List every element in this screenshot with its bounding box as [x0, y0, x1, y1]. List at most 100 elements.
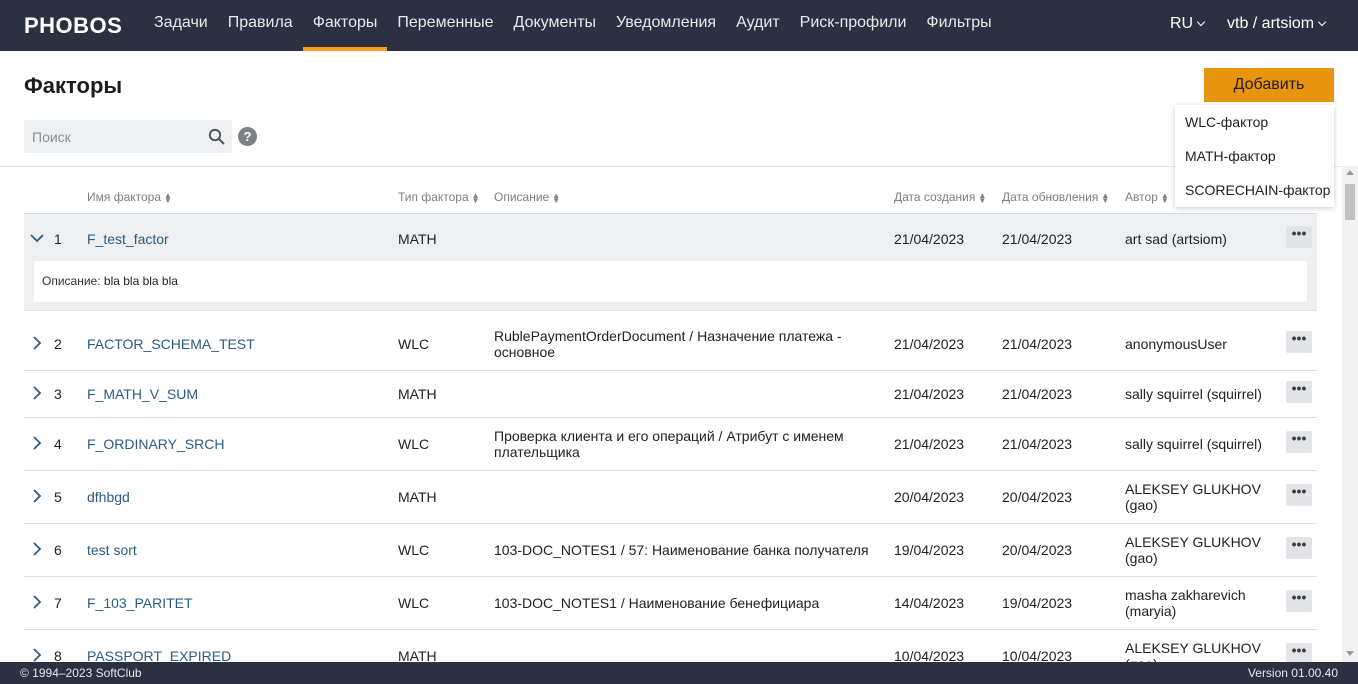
- nav-item-rules[interactable]: Правила: [218, 0, 303, 51]
- row-actions-button[interactable]: •••: [1286, 431, 1312, 453]
- chevron-right-icon[interactable]: [30, 542, 44, 556]
- row-detail-panel: Описание: bla bla bla bla: [34, 261, 1307, 302]
- factor-name-link[interactable]: F_103_PARITET: [87, 595, 193, 611]
- user-menu[interactable]: vtb / artsiom: [1227, 15, 1327, 33]
- column-header-author[interactable]: Автор ▲ ▼: [1125, 190, 1169, 204]
- nav-item-risk-profiles[interactable]: Риск-профили: [790, 0, 917, 51]
- table-row[interactable]: 7 F_103_PARITET WLC 103-DOC_NOTES1 / Наи…: [24, 577, 1317, 630]
- search-icon[interactable]: [208, 128, 226, 146]
- row-actions-button[interactable]: •••: [1286, 484, 1312, 506]
- nav-item-audit[interactable]: Аудит: [726, 0, 790, 51]
- updated-date: 21/04/2023: [1002, 386, 1073, 402]
- row-actions-button[interactable]: •••: [1286, 590, 1312, 612]
- column-header-label: Тип фактора: [398, 190, 469, 204]
- table-row[interactable]: 4 F_ORDINARY_SRCH WLC Проверка клиента и…: [24, 418, 1317, 471]
- chevron-right-icon[interactable]: [30, 336, 44, 350]
- page-title: Факторы: [24, 73, 123, 98]
- copyright: © 1994–2023 SoftClub: [20, 666, 142, 680]
- author: masha zakharevich (maryia): [1125, 587, 1246, 619]
- scroll-down-arrow-icon[interactable]: [1346, 651, 1354, 656]
- factor-type: MATH: [398, 231, 437, 247]
- created-date: 21/04/2023: [894, 436, 965, 452]
- factor-type: MATH: [398, 489, 437, 505]
- nav-item-notifications[interactable]: Уведомления: [606, 0, 726, 51]
- row-actions-button[interactable]: •••: [1286, 331, 1312, 353]
- vertical-scrollbar[interactable]: [1342, 166, 1358, 662]
- factor-name-link[interactable]: test sort: [87, 542, 137, 558]
- nav-item-tasks[interactable]: Задачи: [144, 0, 218, 51]
- menu-item-math-factor[interactable]: MATH-фактор: [1175, 139, 1334, 173]
- factor-type: WLC: [398, 436, 430, 452]
- factor-name-link[interactable]: F_test_factor: [87, 231, 169, 247]
- chevron-right-icon[interactable]: [30, 436, 44, 450]
- language-selector[interactable]: RU: [1170, 15, 1206, 33]
- chevron-down-icon[interactable]: [30, 231, 44, 245]
- nav-item-factors[interactable]: Факторы: [302, 0, 388, 51]
- row-actions-button[interactable]: •••: [1286, 381, 1312, 403]
- column-header-name[interactable]: Имя фактора ▲ ▼: [87, 190, 172, 204]
- updated-date: 19/04/2023: [1002, 595, 1073, 611]
- nav-item-variables[interactable]: Переменные: [387, 0, 503, 51]
- search-input[interactable]: [24, 120, 204, 153]
- row-number: 3: [54, 386, 62, 402]
- factor-type: MATH: [398, 648, 437, 662]
- add-button[interactable]: Добавить: [1204, 68, 1334, 102]
- author: art sad (artsiom): [1125, 231, 1227, 247]
- row-actions-button[interactable]: •••: [1286, 537, 1312, 559]
- help-icon[interactable]: ?: [238, 127, 257, 146]
- table-row[interactable]: 8 PASSPORT_EXPIRED MATH 10/04/2023 10/04…: [24, 630, 1317, 662]
- updated-date: 21/04/2023: [1002, 436, 1073, 452]
- menu-item-wlc-factor[interactable]: WLC-фактор: [1175, 105, 1334, 139]
- author: sally squirrel (squirrel): [1125, 436, 1262, 452]
- row-number: 8: [54, 648, 62, 662]
- app-logo[interactable]: PHOBOS: [24, 13, 122, 39]
- table-row[interactable]: 3 F_MATH_V_SUM MATH 21/04/2023 21/04/202…: [24, 371, 1317, 418]
- menu-item-scorechain-factor[interactable]: SCORECHAIN-фактор: [1175, 173, 1334, 207]
- updated-date: 21/04/2023: [1002, 336, 1073, 352]
- table-row[interactable]: 6 test sort WLC 103-DOC_NOTES1 / 57: Наи…: [24, 524, 1317, 577]
- column-header-label: Имя фактора: [87, 190, 162, 204]
- table-row[interactable]: 5 dfhbgd MATH 20/04/2023 20/04/2023 ALEK…: [24, 471, 1317, 524]
- detail-label: Описание:: [42, 274, 101, 288]
- table-row[interactable]: 2 FACTOR_SCHEMA_TEST WLC RublePaymentOrd…: [24, 318, 1317, 371]
- factor-name-link[interactable]: F_MATH_V_SUM: [87, 386, 198, 402]
- factor-name-link[interactable]: PASSPORT_EXPIRED: [87, 648, 231, 662]
- main-nav: Задачи Правила Факторы Переменные Докуме…: [144, 0, 1002, 51]
- scroll-up-arrow-icon[interactable]: [1346, 170, 1354, 175]
- chevron-right-icon[interactable]: [30, 648, 44, 662]
- column-header-type[interactable]: Тип фактора ▲ ▼: [398, 190, 480, 204]
- created-date: 21/04/2023: [894, 231, 965, 247]
- nav-item-documents[interactable]: Документы: [504, 0, 606, 51]
- author: ALEKSEY GLUKHOV (gao): [1125, 481, 1261, 513]
- table-row[interactable]: 1 F_test_factor MATH 21/04/2023 21/04/20…: [24, 214, 1317, 311]
- sort-icon: ▲ ▼: [552, 190, 561, 205]
- row-actions-button[interactable]: •••: [1286, 643, 1312, 662]
- updated-date: 21/04/2023: [1002, 231, 1073, 247]
- column-header-label: Дата обновления: [1002, 190, 1099, 204]
- row-actions-button[interactable]: •••: [1286, 226, 1312, 248]
- column-header-updated[interactable]: Дата обновления ▲ ▼: [1002, 190, 1109, 204]
- top-navigation-bar: PHOBOS Задачи Правила Факторы Переменные…: [0, 0, 1358, 51]
- created-date: 21/04/2023: [894, 336, 965, 352]
- created-date: 10/04/2023: [894, 648, 965, 662]
- nav-item-filters[interactable]: Фильтры: [916, 0, 1001, 51]
- column-header-description[interactable]: Описание ▲ ▼: [494, 190, 560, 204]
- chevron-right-icon[interactable]: [30, 489, 44, 503]
- user-name: vtb / artsiom: [1227, 15, 1315, 32]
- factor-name-link[interactable]: dfhbgd: [87, 489, 130, 505]
- column-header-label: Описание: [494, 190, 550, 204]
- chevron-right-icon[interactable]: [30, 386, 44, 400]
- factor-name-link[interactable]: F_ORDINARY_SRCH: [87, 436, 224, 452]
- chevron-down-icon: [1196, 17, 1206, 27]
- column-header-label: Автор: [1125, 190, 1158, 204]
- column-header-created[interactable]: Дата создания ▲ ▼: [894, 190, 986, 204]
- factor-name-link[interactable]: FACTOR_SCHEMA_TEST: [87, 336, 255, 352]
- column-header-label: Дата создания: [894, 190, 976, 204]
- author: anonymousUser: [1125, 336, 1227, 352]
- language-label: RU: [1170, 15, 1194, 32]
- row-number: 6: [54, 542, 62, 558]
- factor-description: 103-DOC_NOTES1 / Наименование бенефициар…: [494, 595, 820, 611]
- chevron-right-icon[interactable]: [30, 595, 44, 609]
- scrollbar-thumb[interactable]: [1345, 184, 1355, 220]
- factor-type: WLC: [398, 595, 430, 611]
